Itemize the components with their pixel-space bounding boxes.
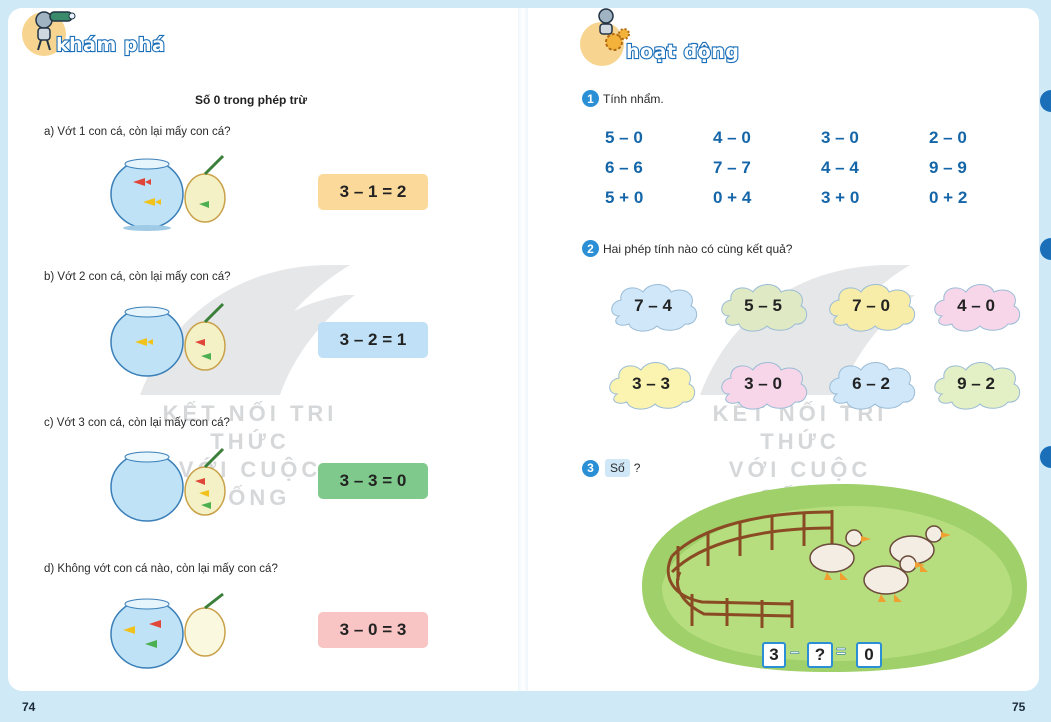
cloud-label: 3 – 3 (632, 374, 670, 393)
calc-item: 0 + 2 (929, 188, 968, 207)
equation-b: 3 – 2 = 1 (318, 322, 428, 358)
left-page (8, 8, 518, 691)
side-tab (1040, 238, 1051, 260)
cloud-expression[interactable]: 5 – 5 (715, 278, 811, 334)
fishbowl-net-illustration (110, 302, 226, 377)
cloud-label: 6 – 2 (852, 374, 890, 393)
side-tab (1040, 90, 1051, 112)
cloud-expression[interactable]: 6 – 2 (823, 356, 919, 412)
cloud-label: 4 – 0 (957, 296, 995, 315)
cloud-label: 3 – 0 (744, 374, 782, 393)
badge-title: hoạt động (625, 40, 740, 64)
page-number-right: 75 (1012, 700, 1026, 714)
calc-item: 4 – 4 (821, 158, 859, 177)
equation-c: 3 – 3 = 0 (318, 463, 428, 499)
fishbowl-net-illustration (110, 592, 226, 669)
cloud-label: 9 – 2 (957, 374, 995, 393)
calc-item: 2 – 0 (929, 128, 967, 147)
equation-box-b[interactable]: ? (807, 642, 833, 668)
exercise-2-number: 2 (582, 240, 599, 257)
equation-d: 3 – 0 = 3 (318, 612, 428, 648)
lesson-title: Số 0 trong phép trừ (195, 93, 308, 107)
cloud-expression[interactable]: 3 – 3 (603, 356, 699, 412)
kham-pha-badge: khám phá (22, 6, 182, 66)
calc-item: 5 + 0 (605, 188, 644, 207)
page-number-left: 74 (22, 700, 36, 714)
fishbowl-net-illustration (110, 154, 226, 231)
badge-title: khám phá (55, 33, 166, 57)
hoat-dong-badge: hoạt động (580, 6, 750, 70)
exercise-1-header: 1 Tính nhẩm. (582, 90, 664, 107)
cloud-label: 5 – 5 (744, 296, 782, 315)
cloud-label: 7 – 0 (852, 296, 890, 315)
calc-item: 9 – 9 (929, 158, 967, 177)
fishbowl-net-illustration (110, 447, 226, 522)
calc-item: 3 – 0 (821, 128, 859, 147)
question-a: a) Vớt 1 con cá, còn lại mấy con cá? (44, 126, 231, 138)
calc-item: 5 – 0 (605, 128, 643, 147)
so-tag: Số (605, 459, 630, 477)
cloud-expression[interactable]: 4 – 0 (928, 278, 1024, 334)
equation-a: 3 – 1 = 2 (318, 174, 428, 210)
cloud-expression[interactable]: 3 – 0 (715, 356, 811, 412)
equation-box-a: 3 (762, 642, 786, 668)
question-b: b) Vớt 2 con cá, còn lại mấy con cá? (44, 271, 231, 283)
book-gutter (518, 8, 528, 691)
calc-item: 7 – 7 (713, 158, 751, 177)
exercise-2-header: 2 Hai phép tính nào có cùng kết quả? (582, 240, 792, 257)
exercise-1-number: 1 (582, 90, 599, 107)
question-mark: ? (633, 461, 641, 475)
cloud-expression[interactable]: 9 – 2 (928, 356, 1024, 412)
question-c: c) Vớt 3 con cá, còn lại mấy con cá? (44, 417, 230, 429)
exercise-3-header: 3 Số ? (582, 459, 640, 477)
cloud-label: 7 – 4 (634, 296, 672, 315)
exercise-3-number: 3 (582, 459, 599, 477)
exercise-2-title: Hai phép tính nào có cùng kết quả? (603, 241, 793, 256)
calc-item: 0 + 4 (713, 188, 752, 207)
equation-minus: – (790, 642, 800, 662)
calc-item: 4 – 0 (713, 128, 751, 147)
exercise-1-title: Tính nhẩm. (603, 91, 664, 106)
cloud-expression[interactable]: 7 – 4 (605, 278, 701, 334)
side-tab (1040, 446, 1051, 468)
question-d: d) Không vớt con cá nào, còn lại mấy con… (44, 563, 278, 575)
calc-item: 6 – 6 (605, 158, 643, 177)
equation-equals: = (836, 642, 846, 662)
cloud-expression[interactable]: 7 – 0 (823, 278, 919, 334)
equation-box-c: 0 (856, 642, 882, 668)
calc-item: 3 + 0 (821, 188, 860, 207)
